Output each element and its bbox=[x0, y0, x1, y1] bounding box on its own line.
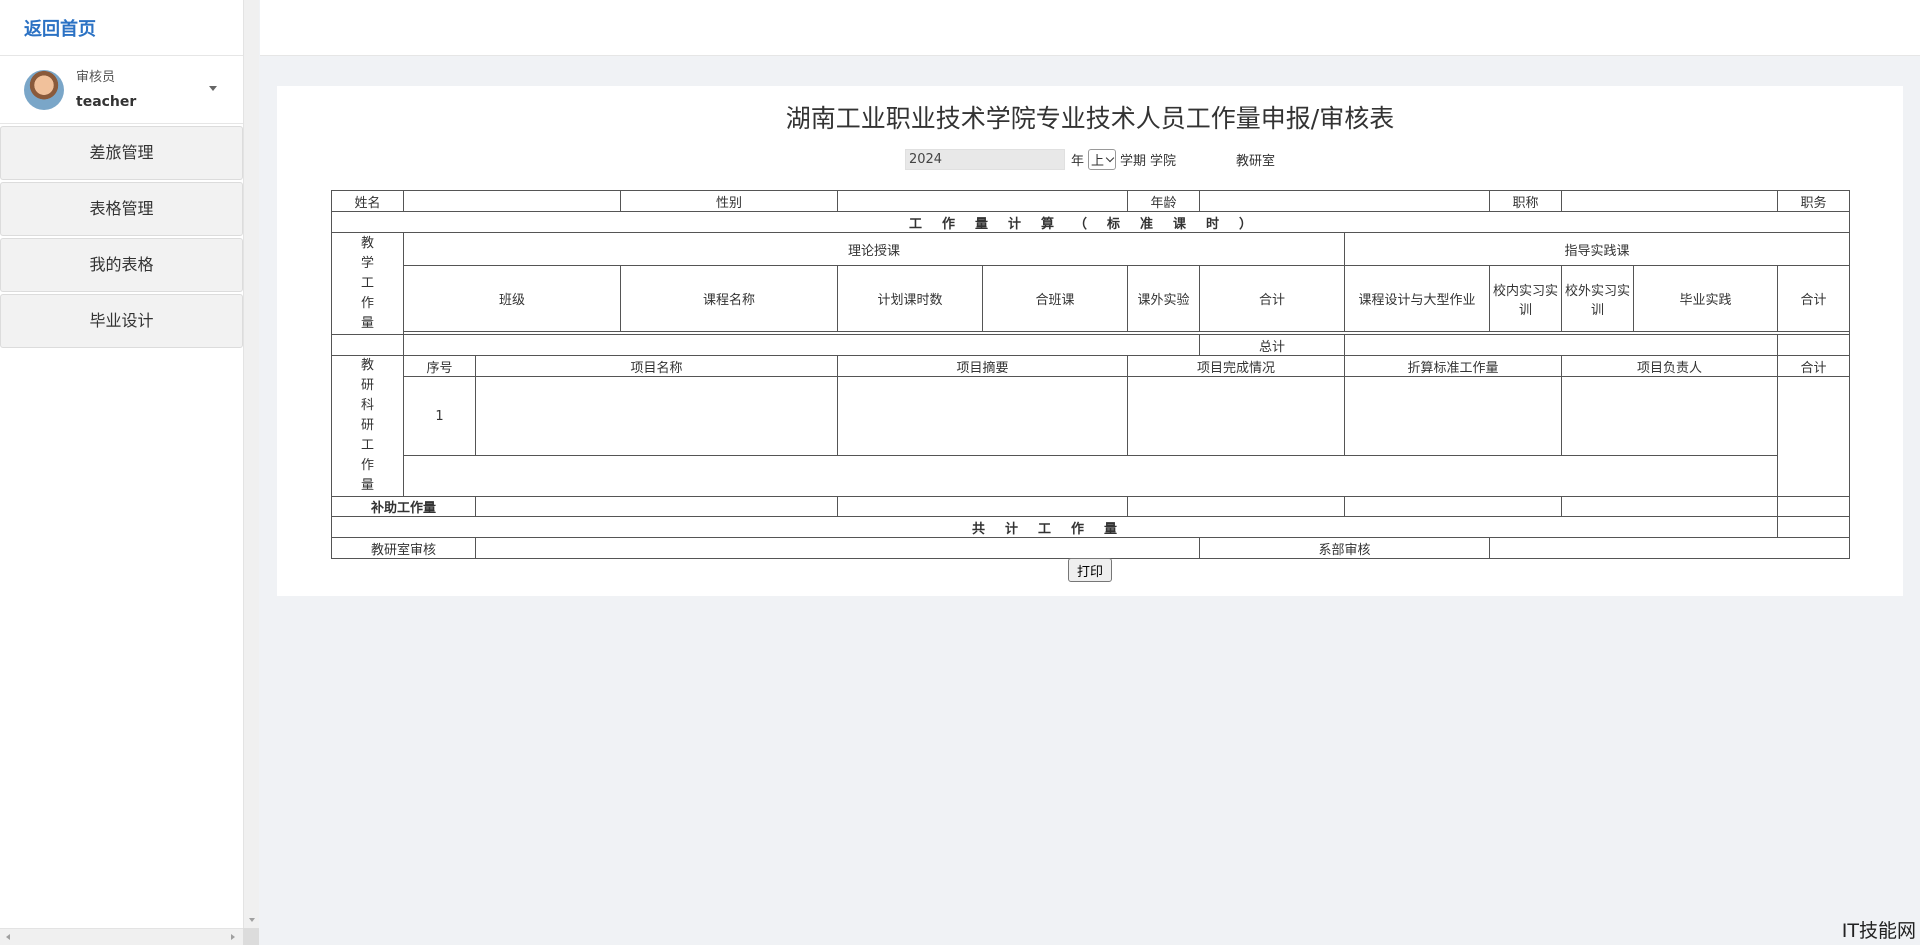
office-review-value[interactable] bbox=[475, 537, 1200, 559]
user-name: teacher bbox=[76, 93, 137, 110]
col-lab: 课外实验 bbox=[1127, 265, 1200, 332]
col-graduation-practice: 毕业实践 bbox=[1633, 265, 1778, 332]
gender-value[interactable] bbox=[837, 190, 1128, 212]
print-button[interactable]: 打印 bbox=[1068, 558, 1112, 582]
form-subline: 年 上 学期 学院 教研室 bbox=[277, 148, 1903, 170]
sidebar: 返回首页 审核员 teacher 差旅管理 表格管理 我的表格 毕业设计 bbox=[0, 0, 259, 945]
workload-calc-heading: 工作量计算（标准课时） bbox=[331, 211, 1850, 233]
aux-project-name[interactable] bbox=[475, 496, 838, 517]
research-label: 教研科研工作量 bbox=[331, 355, 404, 497]
semester-select[interactable]: 上 bbox=[1087, 148, 1116, 170]
grand-total-label: 共计工作量 bbox=[331, 516, 1778, 538]
research-project-status[interactable] bbox=[1127, 376, 1345, 456]
user-info: 审核员 teacher bbox=[76, 66, 136, 114]
name-value[interactable] bbox=[403, 190, 621, 212]
col-seq: 序号 bbox=[403, 355, 476, 377]
sidebar-item-forms[interactable]: 表格管理 bbox=[0, 182, 243, 236]
age-label: 年龄 bbox=[1127, 190, 1200, 212]
research-label-text: 教研科研工作量 bbox=[360, 358, 374, 493]
teaching-label: 教学工作量 bbox=[331, 232, 404, 335]
total-row-spacer bbox=[331, 334, 404, 356]
form-title: 湖南工业职业技术学院专业技术人员工作量申报/审核表 bbox=[785, 104, 1395, 133]
semester-value: 上 bbox=[1090, 153, 1104, 169]
col-planned-hours: 计划课时数 bbox=[837, 265, 983, 332]
col-project-summary: 项目摘要 bbox=[837, 355, 1128, 377]
col-class: 班级 bbox=[403, 265, 621, 332]
year-suffix: 年 bbox=[1070, 153, 1084, 169]
aux-summary[interactable] bbox=[837, 496, 1128, 517]
home-link[interactable]: 返回首页 bbox=[24, 15, 96, 41]
theory-heading: 理论授课 bbox=[403, 232, 1345, 266]
scroll-down-icon[interactable] bbox=[249, 918, 255, 922]
name-label: 姓名 bbox=[331, 190, 404, 212]
col-internal-training: 校内实习实训 bbox=[1489, 265, 1562, 332]
aux-total[interactable] bbox=[1777, 496, 1850, 517]
sidebar-content: 返回首页 审核员 teacher 差旅管理 表格管理 我的表格 毕业设计 bbox=[0, 0, 243, 945]
col-theory-total: 合计 bbox=[1199, 265, 1345, 332]
form-card: 湖南工业职业技术学院专业技术人员工作量申报/审核表 年 上 学期 学院 教研室 … bbox=[277, 86, 1903, 596]
col-course-design: 课程设计与大型作业 bbox=[1344, 265, 1490, 332]
position-label: 职务 bbox=[1800, 195, 1827, 211]
info-row: 姓名 性别 年龄 职称 职务 bbox=[331, 190, 1850, 212]
scroll-corner bbox=[243, 928, 259, 945]
col-project-lead: 项目负责人 bbox=[1561, 355, 1778, 377]
total-value[interactable] bbox=[1344, 334, 1778, 356]
research-project-summary[interactable] bbox=[837, 376, 1128, 456]
position-label-and-value: 职务 bbox=[1777, 190, 1850, 212]
chevron-down-icon[interactable] bbox=[209, 86, 217, 91]
col-converted-workload: 折算标准工作量 bbox=[1344, 355, 1562, 377]
sidebar-item-my-forms[interactable]: 我的表格 bbox=[0, 238, 243, 292]
aux-lead[interactable] bbox=[1561, 496, 1778, 517]
scroll-left-icon[interactable] bbox=[6, 934, 10, 940]
office-review-label: 教研室审核 bbox=[331, 537, 476, 559]
avatar bbox=[24, 69, 64, 110]
research-project-lead[interactable] bbox=[1561, 376, 1778, 456]
grand-total-value[interactable] bbox=[1777, 516, 1850, 538]
sidebar-item-travel[interactable]: 差旅管理 bbox=[0, 126, 243, 180]
college-label: 学院 bbox=[1150, 153, 1177, 169]
col-project-status: 项目完成情况 bbox=[1127, 355, 1345, 377]
chevron-down-icon bbox=[1105, 153, 1115, 162]
home-link-area: 返回首页 bbox=[0, 0, 243, 56]
col-practice-total: 合计 bbox=[1777, 265, 1850, 332]
user-role: 审核员 bbox=[76, 69, 116, 85]
practice-heading: 指导实践课 bbox=[1344, 232, 1850, 266]
scroll-right-icon[interactable] bbox=[231, 934, 235, 940]
top-bar bbox=[260, 0, 1920, 56]
col-research-total: 合计 bbox=[1777, 355, 1850, 377]
aux-label: 补助工作量 bbox=[331, 496, 476, 517]
col-external-training: 校外实习实训 bbox=[1561, 265, 1634, 332]
sidebar-item-graduation[interactable]: 毕业设计 bbox=[0, 294, 243, 348]
col-merged-class: 合班课 bbox=[982, 265, 1128, 332]
office-label: 教研室 bbox=[1236, 153, 1276, 169]
research-row-no: 1 bbox=[403, 376, 476, 456]
research-total-value[interactable] bbox=[1777, 376, 1850, 497]
col-project-name: 项目名称 bbox=[475, 355, 838, 377]
age-value[interactable] bbox=[1199, 190, 1490, 212]
title-label: 职称 bbox=[1489, 190, 1562, 212]
aux-workload[interactable] bbox=[1344, 496, 1562, 517]
research-converted-workload[interactable] bbox=[1344, 376, 1562, 456]
teaching-label-text: 教学工作量 bbox=[360, 235, 374, 331]
aux-status[interactable] bbox=[1127, 496, 1345, 517]
title-value[interactable] bbox=[1561, 190, 1778, 212]
total-row-blank bbox=[403, 334, 1200, 356]
watermark: IT技能网 bbox=[1841, 920, 1916, 942]
total-label: 总计 bbox=[1199, 334, 1345, 356]
research-extra-row[interactable] bbox=[403, 455, 1778, 497]
dept-review-label: 系部审核 bbox=[1199, 537, 1490, 559]
dept-review-value[interactable] bbox=[1489, 537, 1850, 559]
col-course-name: 课程名称 bbox=[620, 265, 838, 332]
total-sum[interactable] bbox=[1777, 334, 1850, 356]
semester-suffix: 学期 bbox=[1119, 153, 1146, 169]
vertical-scrollbar[interactable] bbox=[243, 0, 259, 928]
gender-label: 性别 bbox=[620, 190, 838, 212]
horizontal-scrollbar[interactable] bbox=[0, 928, 243, 945]
workload-table: 姓名 性别 年龄 职称 职务 工作量计算（标准课时） 教学工作量 理论授课 指导… bbox=[331, 190, 1850, 559]
year-input[interactable] bbox=[904, 148, 1065, 170]
research-project-name[interactable] bbox=[475, 376, 838, 456]
user-panel[interactable]: 审核员 teacher bbox=[0, 56, 243, 124]
